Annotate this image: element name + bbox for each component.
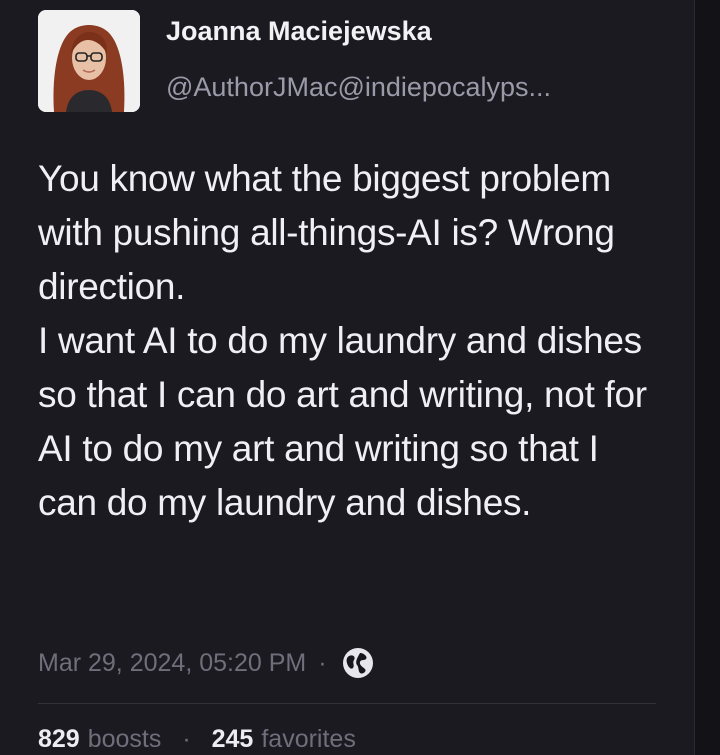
favorites-link[interactable]: 245 favorites: [212, 725, 356, 753]
boosts-count: 829: [38, 725, 80, 753]
stats-separator: ·: [182, 725, 191, 753]
globe-icon: [341, 646, 375, 680]
post-timestamp[interactable]: Mar 29, 2024, 05:20 PM: [38, 649, 306, 678]
boosts-link[interactable]: 829 boosts: [38, 725, 168, 753]
avatar[interactable]: [38, 10, 140, 112]
divider: [38, 703, 656, 704]
favorites-count: 245: [211, 725, 254, 753]
favorites-label: favorites: [261, 725, 356, 753]
post-card: Joanna Maciejewska @AuthorJMac@indiepoca…: [0, 0, 694, 755]
author-display-name[interactable]: Joanna Maciejewska: [166, 16, 432, 47]
boosts-label: boosts: [87, 725, 162, 753]
post-stats: 829 boosts · 245 favorites: [38, 725, 356, 754]
avatar-image: [38, 10, 140, 112]
post-body: You know what the biggest problem with p…: [38, 158, 647, 523]
window-edge: [694, 0, 720, 755]
author-handle[interactable]: @AuthorJMac@indiepocalyps...: [166, 72, 666, 103]
post-meta: Mar 29, 2024, 05:20 PM ·: [38, 646, 375, 680]
meta-separator: ·: [318, 648, 327, 677]
